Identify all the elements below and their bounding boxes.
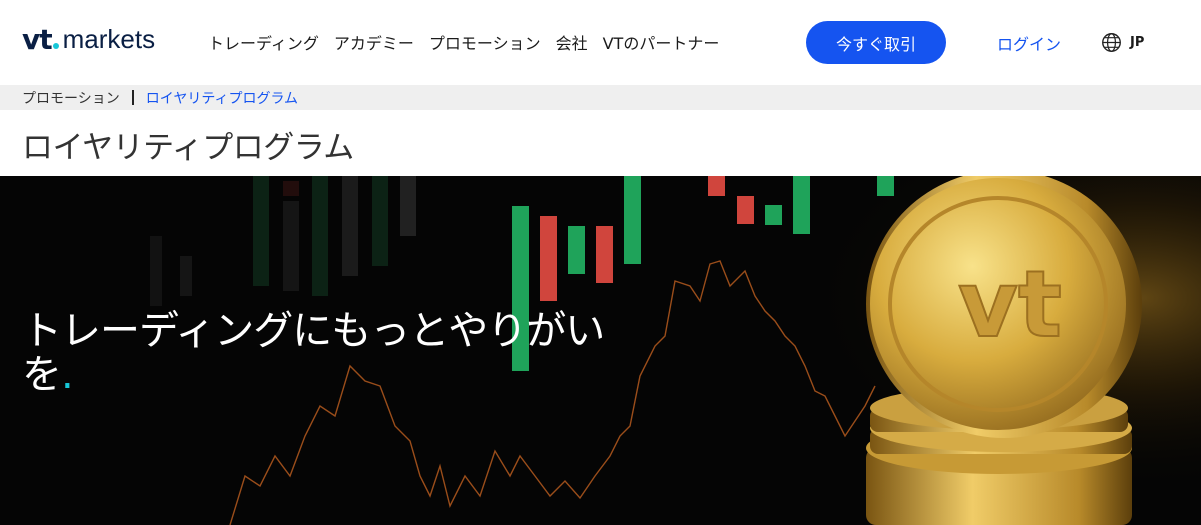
hero-headline-line1: トレーディングにもっとやりがい [22, 308, 605, 354]
page-title: ロイヤリティプログラム [22, 130, 354, 166]
login-link[interactable]: ログイン [997, 31, 1061, 55]
hero-headline: トレーディングにもっとやりがい を. [22, 308, 605, 398]
main-nav: トレーディング アカデミー プロモーション 会社 VTのパートナー [208, 30, 734, 54]
breadcrumb-promotion[interactable]: プロモーション [22, 88, 120, 108]
breadcrumb-separator [131, 90, 134, 105]
language-selector[interactable]: JP [1101, 32, 1144, 53]
coin-stack: vt [866, 176, 1142, 525]
language-label: JP [1130, 35, 1145, 50]
logo-wordmark: markets [62, 23, 156, 54]
hero-accent-dot: . [61, 352, 74, 398]
breadcrumb-current[interactable]: ロイヤリティプログラム [146, 88, 298, 108]
nav-promotion[interactable]: プロモーション [429, 30, 541, 54]
breadcrumb: プロモーション ロイヤリティプログラム [0, 85, 1201, 110]
hero-headline-line2: を [22, 352, 62, 398]
coin-logo: vt [958, 251, 1062, 358]
hero-banner: vt トレーディングにもっとやりがい を. [0, 176, 1201, 525]
vt-markets-logo[interactable]: vt markets [22, 22, 155, 56]
logo-mark: vt [22, 22, 53, 56]
nav-company[interactable]: 会社 [556, 30, 588, 54]
trade-now-button[interactable]: 今すぐ取引 [806, 21, 946, 64]
globe-icon [1102, 33, 1121, 52]
logo-dot [52, 43, 59, 49]
nav-academy[interactable]: アカデミー [334, 30, 414, 54]
nav-trading[interactable]: トレーディング [208, 30, 319, 54]
nav-partners[interactable]: VTのパートナー [603, 30, 720, 54]
site-header: vt markets トレーディング アカデミー プロモーション 会社 VTのパ… [0, 0, 1201, 85]
